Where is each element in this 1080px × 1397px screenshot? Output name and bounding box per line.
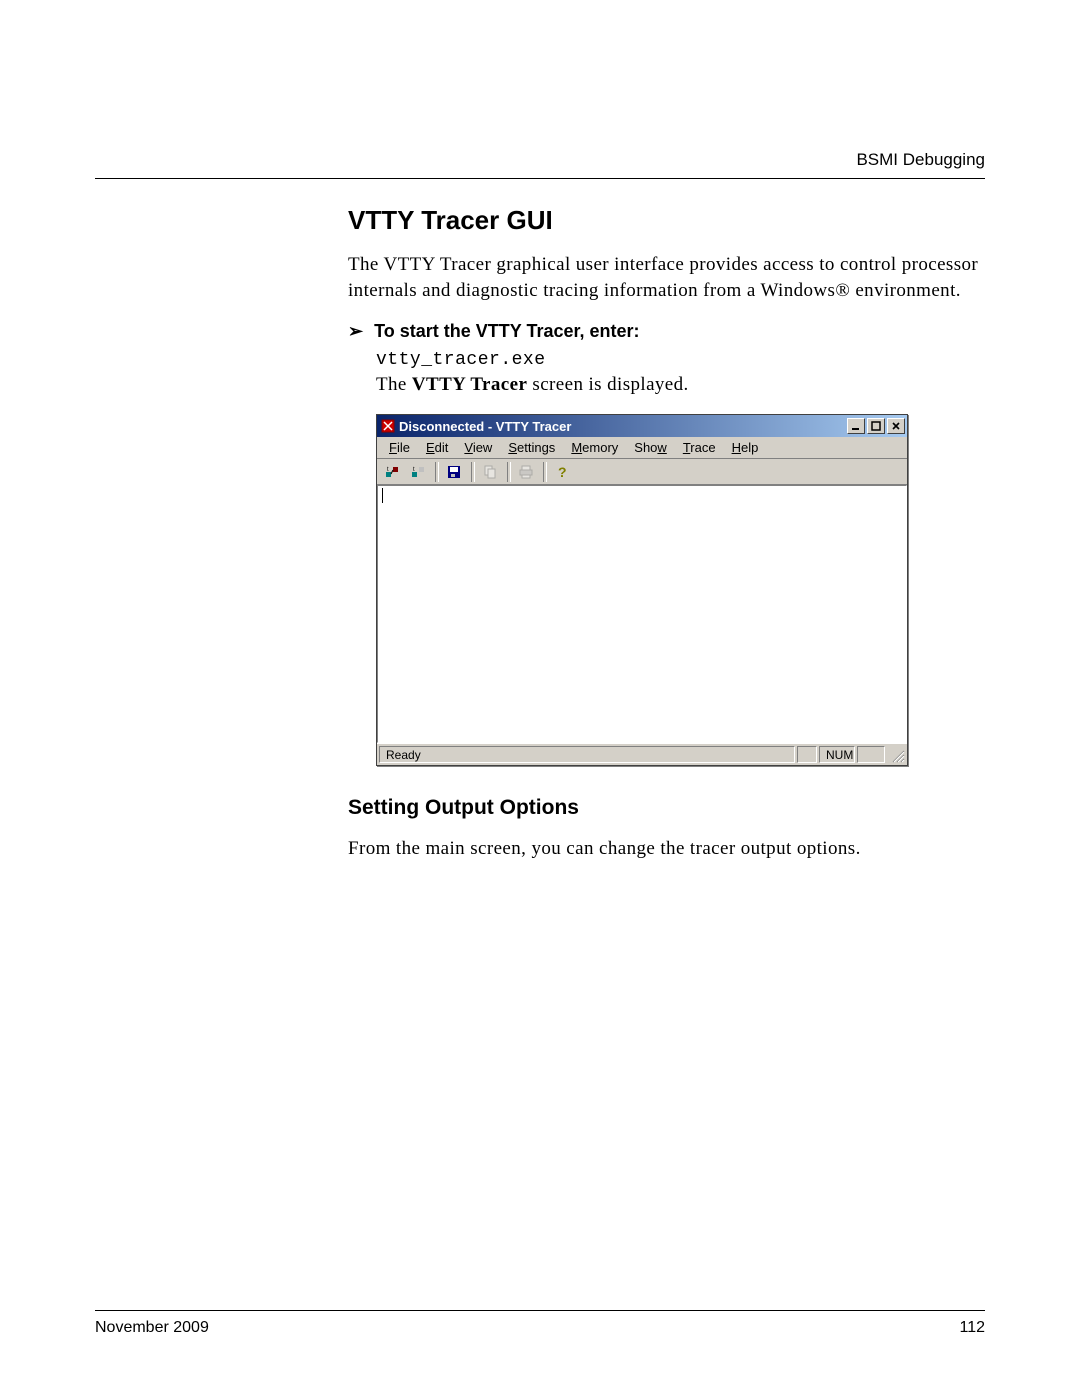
footer-rule — [95, 1310, 985, 1311]
header-rule — [95, 178, 985, 179]
footer-date: November 2009 — [95, 1319, 209, 1337]
footer-page-number: 112 — [959, 1319, 985, 1337]
arrow-icon: ➢ — [348, 321, 363, 342]
page-footer: November 2009 112 — [95, 1310, 985, 1337]
toolbar-help-button[interactable]: ? — [550, 460, 574, 484]
figure-vtty-tracer-window: Disconnected - VTTY Tracer — [376, 414, 985, 766]
resize-grip-icon[interactable] — [889, 747, 905, 763]
intro-paragraph: The VTTY Tracer graphical user interface… — [348, 252, 985, 303]
instruction-line: ➢ To start the VTTY Tracer, enter: — [348, 321, 985, 342]
close-button[interactable] — [887, 418, 905, 434]
heading-setting-output-options: Setting Output Options — [348, 796, 985, 820]
toolbar-connect-button[interactable]: t — [380, 460, 404, 484]
svg-text:?: ? — [558, 464, 567, 480]
toolbar-disconnect-button[interactable]: t — [406, 460, 430, 484]
heading-vtty-tracer-gui: VTTY Tracer GUI — [348, 205, 985, 236]
status-pane-blank1 — [797, 746, 817, 763]
header-section-label: BSMI Debugging — [95, 150, 985, 170]
menu-edit[interactable]: Edit — [418, 439, 456, 456]
toolbar-separator — [543, 462, 547, 482]
client-area[interactable] — [377, 485, 907, 743]
window-title: Disconnected - VTTY Tracer — [399, 419, 847, 434]
app-window: Disconnected - VTTY Tracer — [376, 414, 908, 766]
maximize-button[interactable] — [867, 418, 885, 434]
page-header: BSMI Debugging — [95, 150, 985, 179]
status-numlock: NUM — [819, 746, 855, 763]
toolbar-print-button[interactable] — [514, 460, 538, 484]
menu-help[interactable]: Help — [724, 439, 767, 456]
toolbar-copy-button[interactable] — [478, 460, 502, 484]
menu-memory[interactable]: Memory — [563, 439, 626, 456]
app-icon — [381, 419, 395, 433]
result-text: The VTTY Tracer screen is displayed. — [376, 374, 985, 396]
main-content: VTTY Tracer GUI The VTTY Tracer graphica… — [348, 205, 985, 862]
status-pane-blank2 — [857, 746, 885, 763]
section2-body: From the main screen, you can change the… — [348, 836, 985, 862]
menu-settings[interactable]: Settings — [500, 439, 563, 456]
menu-show[interactable]: Show — [626, 439, 675, 456]
instruction-label: To start the VTTY Tracer, enter: — [374, 321, 639, 341]
menu-view[interactable]: View — [456, 439, 500, 456]
toolbar-separator — [435, 462, 439, 482]
minimize-button[interactable] — [847, 418, 865, 434]
text-cursor-icon — [382, 488, 383, 503]
titlebar[interactable]: Disconnected - VTTY Tracer — [377, 415, 907, 437]
toolbar-separator — [471, 462, 475, 482]
toolbar-separator — [507, 462, 511, 482]
menu-file[interactable]: File — [381, 439, 418, 456]
statusbar: Ready NUM — [377, 743, 907, 765]
toolbar: t t — [377, 459, 907, 485]
window-controls — [847, 418, 905, 434]
menu-trace[interactable]: Trace — [675, 439, 724, 456]
toolbar-save-button[interactable] — [442, 460, 466, 484]
menubar: File Edit View Settings Memory Show Trac… — [377, 437, 907, 459]
status-ready: Ready — [379, 746, 795, 763]
command-code: vtty_tracer.exe — [376, 350, 985, 370]
